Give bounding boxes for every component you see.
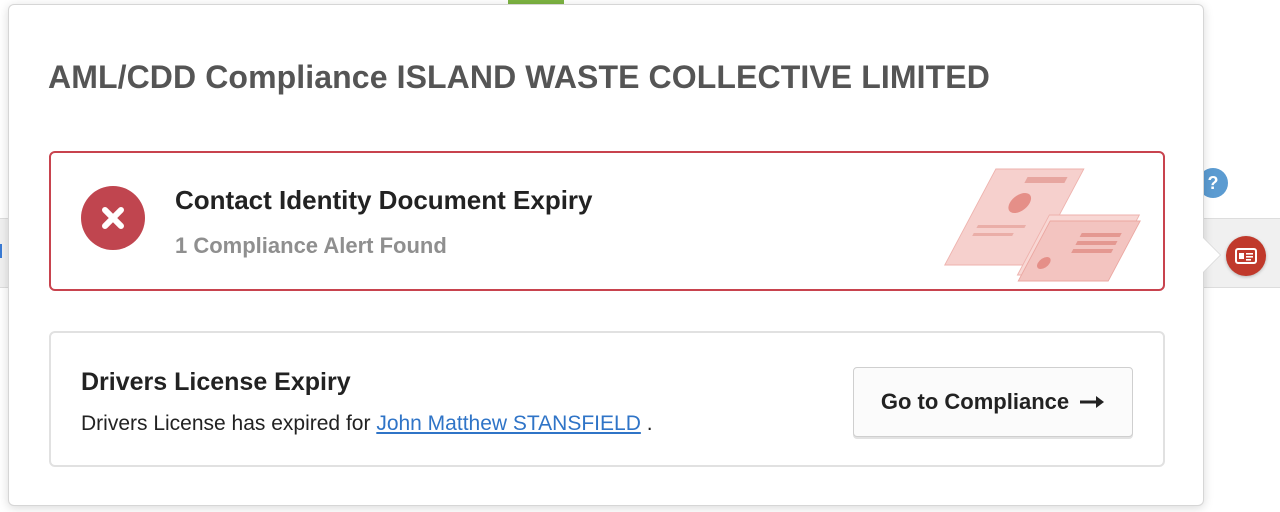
popover-title: AML/CDD Compliance ISLAND WASTE COLLECTI… [48,59,990,95]
detail-card: Drivers License Expiry Drivers License h… [49,331,1165,467]
id-card-icon [1235,248,1257,264]
go-to-compliance-label: Go to Compliance [880,389,1070,414]
close-x-icon [81,186,145,250]
help-icon: ? [1207,172,1219,193]
popover-pointer [1203,238,1220,272]
compliance-id-card-button[interactable] [1226,236,1266,276]
person-link[interactable]: John Matthew STANSFIELD [376,412,641,435]
detail-title: Drivers License Expiry [81,368,351,396]
compliance-popover: AML/CDD Compliance ISLAND WASTE COLLECTI… [8,4,1204,506]
id-documents-illustration [943,168,1141,282]
go-to-compliance-button[interactable]: Go to Compliance [853,367,1133,437]
arrow-right-icon [1080,396,1105,408]
alert-count: 1 Compliance Alert Found [175,233,447,258]
background-link-fragment [0,244,6,258]
alert-title: Contact Identity Document Expiry [175,185,593,215]
detail-message-prefix: Drivers License has expired for [81,412,371,435]
detail-message: Drivers License has expired for John Mat… [81,412,653,436]
alert-card: Contact Identity Document Expiry 1 Compl… [49,151,1165,291]
detail-message-suffix: . [646,412,653,435]
